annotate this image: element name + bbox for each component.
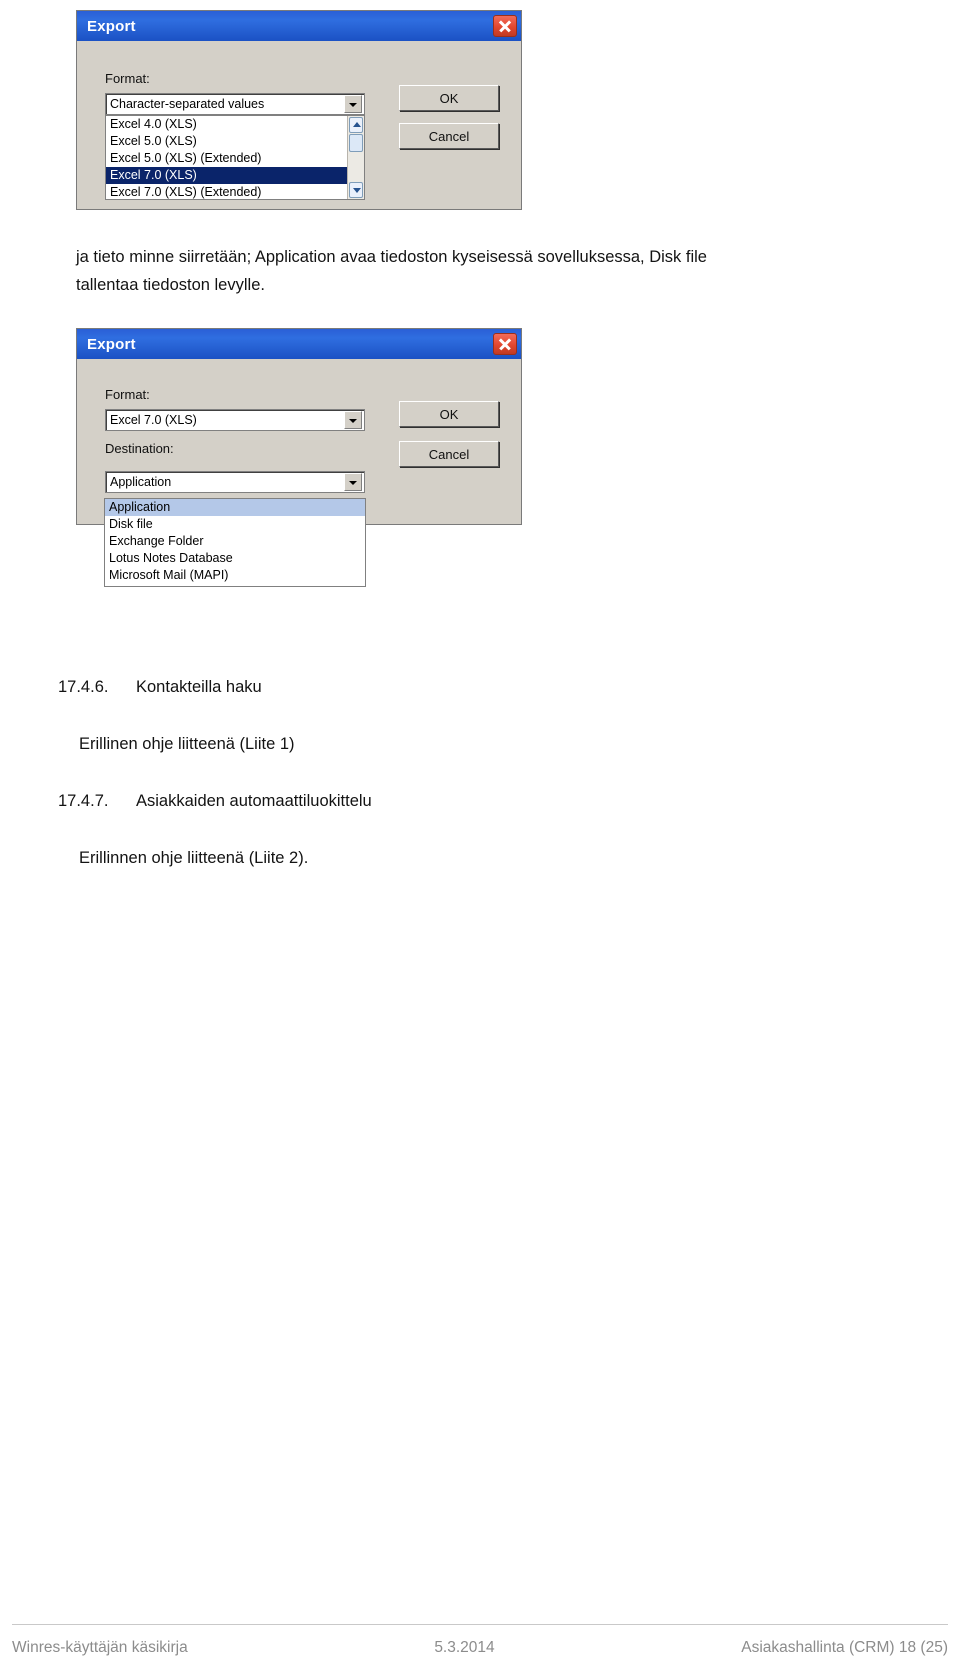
list-item-selected[interactable]: Excel 7.0 (XLS) [106,167,364,184]
dialog-title: Export [87,17,136,35]
section-heading-1747: 17.4.7. Asiakkaiden automaattiluokittelu [58,792,372,811]
close-icon[interactable] [493,15,517,37]
dialog-body: Format: Character-separated values Excel… [77,41,521,209]
cancel-button[interactable]: Cancel [399,123,499,149]
footer-center: 5.3.2014 [434,1639,495,1656]
format-listbox[interactable]: Excel 4.0 (XLS) Excel 5.0 (XLS) Excel 5.… [105,115,365,200]
list-item-selected[interactable]: Application [105,499,365,516]
format-combobox-value: Excel 7.0 (XLS) [110,413,197,427]
dialog-title-bar: Export [77,11,521,41]
list-item[interactable]: Exchange Folder [105,533,365,550]
ok-button[interactable]: OK [399,85,499,111]
format-combobox-value: Character-separated values [110,97,265,111]
dialog-title-bar: Export [77,329,521,359]
list-item[interactable]: Excel 5.0 (XLS) (Extended) [106,150,364,167]
export-dialog-destination[interactable]: Export Format: Excel 7.0 (XLS) Destinati… [76,328,522,525]
close-icon[interactable] [493,333,517,355]
destination-listbox[interactable]: Application Disk file Exchange Folder Lo… [104,498,366,587]
footer-left: Winres-käyttäjän käsikirja [12,1639,188,1656]
ok-button[interactable]: OK [399,401,499,427]
chevron-down-icon[interactable] [344,473,362,491]
format-combobox[interactable]: Excel 7.0 (XLS) [105,409,365,431]
export-dialog-format[interactable]: Export Format: Character-separated value… [76,10,522,210]
section-heading-1746: 17.4.6. Kontakteilla haku [58,678,262,697]
dialog-title: Export [87,335,136,353]
section-title: Asiakkaiden automaattiluokittelu [136,792,372,810]
list-item[interactable]: Lotus Notes Database [105,550,365,567]
listbox-scrollbar[interactable] [347,116,364,199]
chevron-down-icon[interactable] [344,95,362,113]
footer-divider [12,1624,948,1625]
scroll-down-icon[interactable] [349,182,363,198]
scrollbar-thumb[interactable] [349,134,363,152]
paragraph-line-2: tallentaa tiedoston levylle. [76,276,265,294]
paragraph-line-1: ja tieto minne siirretään; Application a… [76,248,707,266]
scroll-up-icon[interactable] [349,117,363,133]
list-item[interactable]: Excel 5.0 (XLS) [106,133,364,150]
destination-label: Destination: [105,441,174,456]
section-body-1746: Erillinen ohje liitteenä (Liite 1) [79,735,295,753]
format-combobox[interactable]: Character-separated values [105,93,365,115]
list-item[interactable]: Excel 7.0 (XLS) (Extended) [106,184,364,199]
section-body-1747: Erillinnen ohje liitteenä (Liite 2). [79,849,309,867]
format-label: Format: [105,387,150,402]
destination-combobox-value: Application [110,475,172,489]
destination-combobox[interactable]: Application [105,471,365,493]
chevron-down-icon[interactable] [344,411,362,429]
list-item[interactable]: Microsoft Mail (MAPI) [105,567,365,584]
section-title: Kontakteilla haku [136,678,262,696]
page-footer: Winres-käyttäjän käsikirja 5.3.2014 Asia… [12,1639,948,1657]
cancel-button[interactable]: Cancel [399,441,499,467]
section-number: 17.4.7. [58,792,109,810]
format-label: Format: [105,71,150,86]
list-item[interactable]: Excel 4.0 (XLS) [106,116,364,133]
list-item[interactable]: Disk file [105,516,365,533]
section-number: 17.4.6. [58,678,109,696]
footer-right: Asiakashallinta (CRM) 18 (25) [741,1639,948,1656]
